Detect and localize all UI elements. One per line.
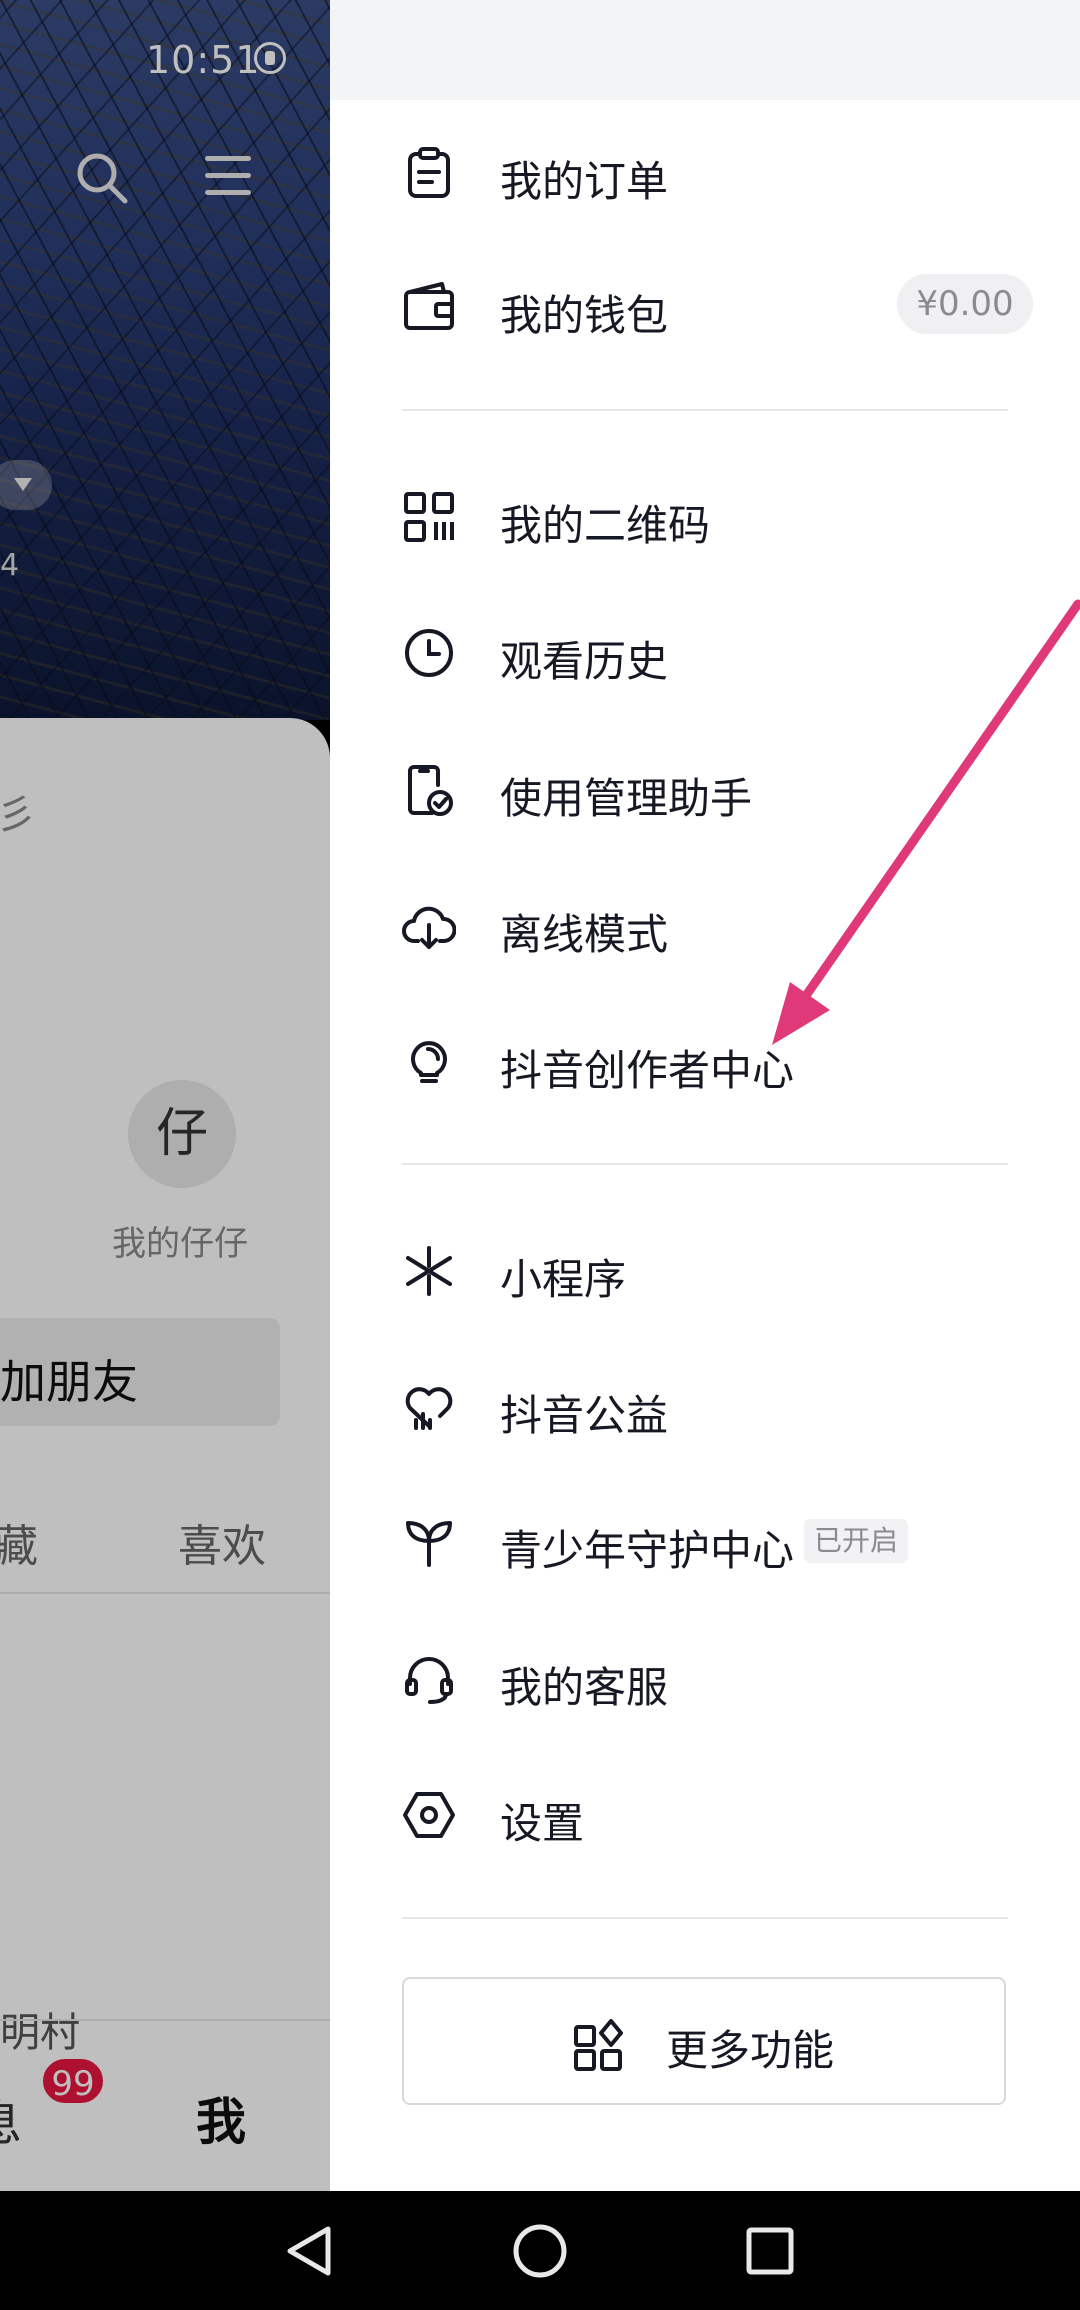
- menu-item-label: 离线模式: [500, 910, 669, 959]
- more-features-button[interactable]: 更多功能: [402, 1977, 1006, 2105]
- miniprogram-icon: [406, 1246, 452, 1296]
- menu-item-label: 我的钱包: [500, 291, 669, 340]
- sprout-icon: [406, 1521, 452, 1567]
- menu-item-label: 抖音创作者中心: [500, 1046, 795, 1095]
- menu-item-label: 我的订单: [500, 157, 669, 206]
- menu-item-charity[interactable]: 抖音公益: [330, 1342, 1080, 1472]
- wallet-balance-badge: ¥0.00: [897, 274, 1033, 334]
- menu-divider: [402, 409, 1008, 411]
- profile-background: 10:51 4 彡 仔 我的仔仔 加朋友 藏 喜欢 明村 息 99 我: [0, 0, 330, 2191]
- gear-hex-icon: [403, 1792, 455, 1838]
- menu-item-usage-manager[interactable]: 使用管理助手: [330, 725, 1080, 855]
- menu-item-customer-service[interactable]: 我的客服: [330, 1614, 1080, 1744]
- clipboard-icon: [408, 147, 450, 198]
- menu-item-label: 我的客服: [500, 1663, 669, 1712]
- menu-item-qrcode[interactable]: 我的二维码: [330, 452, 1080, 582]
- more-features-label: 更多功能: [666, 2026, 835, 2075]
- menu-item-offline-mode[interactable]: 离线模式: [330, 861, 1080, 991]
- menu-item-mini-programs[interactable]: 小程序: [330, 1206, 1080, 1336]
- system-navigation-bar: [0, 2191, 1080, 2310]
- phone-check-icon: [408, 765, 453, 816]
- back-icon[interactable]: [280, 2221, 340, 2281]
- side-drawer: 我的订单 我的钱包 ¥0.00 我的二维码 观看历史 使用管理助手 离线模式 抖…: [330, 0, 1080, 2191]
- menu-item-label: 我的二维码: [500, 501, 711, 550]
- menu-item-label: 设置: [500, 1799, 585, 1848]
- menu-item-label: 观看历史: [500, 637, 669, 686]
- drawer-scrim[interactable]: [0, 0, 330, 2191]
- menu-divider: [402, 1163, 1008, 1165]
- menu-item-label: 青少年守护中心: [500, 1526, 795, 1575]
- drawer-status-bar: [330, 0, 1080, 100]
- menu-item-label: 小程序: [500, 1255, 627, 1304]
- menu-item-label: 抖音公益: [500, 1391, 669, 1440]
- clock-icon: [405, 629, 453, 677]
- wallet-icon: [404, 282, 454, 330]
- menu-item-settings[interactable]: 设置: [330, 1750, 1080, 1880]
- youth-mode-status-badge: 已开启: [804, 1519, 909, 1563]
- menu-divider: [402, 1917, 1008, 1919]
- menu-item-label: 使用管理助手: [500, 774, 753, 823]
- menu-item-creator-center[interactable]: 抖音创作者中心: [330, 997, 1080, 1127]
- apps-grid-icon: [574, 2019, 623, 2071]
- menu-item-youth-protection[interactable]: 青少年守护中心: [330, 1477, 1080, 1607]
- headset-icon: [405, 1657, 453, 1704]
- menu-item-orders[interactable]: 我的订单: [330, 108, 1080, 238]
- cloud-download-icon: [402, 906, 456, 949]
- lightbulb-icon: [411, 1041, 447, 1083]
- recents-icon[interactable]: [740, 2221, 800, 2281]
- heart-chart-icon: [405, 1387, 453, 1430]
- home-icon[interactable]: [510, 2221, 570, 2281]
- qrcode-icon: [404, 492, 454, 542]
- menu-item-history[interactable]: 观看历史: [330, 588, 1080, 718]
